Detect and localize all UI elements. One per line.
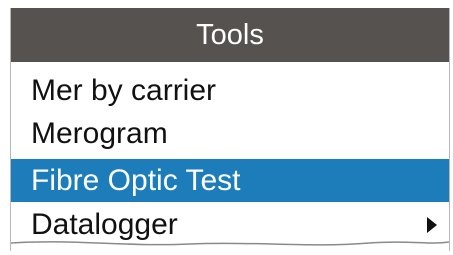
torn-edge-divider [11,241,449,251]
menu-item-merogram[interactable]: Merogram [11,112,449,155]
menu-item-mer-by-carrier[interactable]: Mer by carrier [11,69,449,112]
menu-item-fibre-optic-test[interactable]: Fibre Optic Test [11,159,449,202]
tools-menu: Tools Mer by carrier Merogram Fibre Opti… [10,8,450,251]
menu-item-label: Mer by carrier [31,74,217,107]
menu-title: Tools [11,8,449,62]
arrow-right-icon [427,217,437,233]
menu-item-label: Fibre Optic Test [31,164,241,197]
menu-item-label: Merogram [31,117,168,150]
